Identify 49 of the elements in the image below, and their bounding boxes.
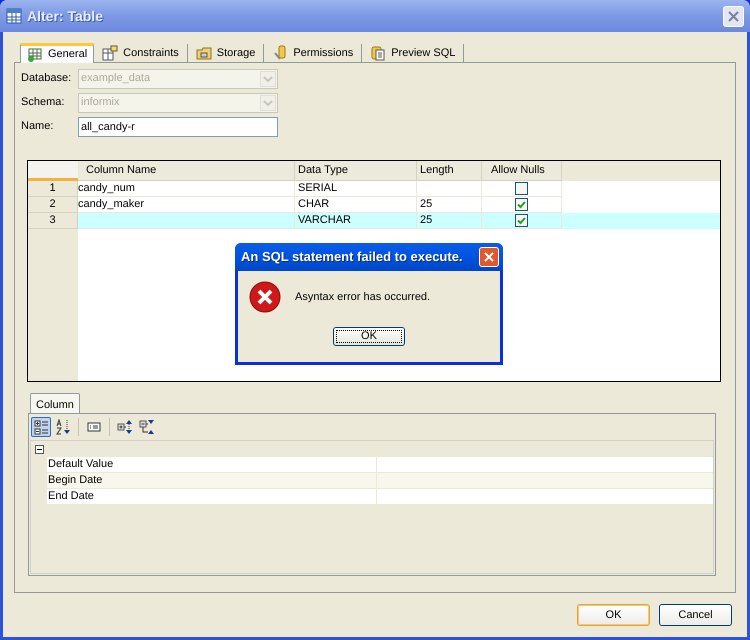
table-icon — [6, 8, 22, 24]
checkbox[interactable] — [515, 198, 528, 211]
toolbar-button[interactable] — [53, 416, 73, 436]
error-icon — [249, 281, 281, 313]
close-icon — [484, 252, 494, 262]
tab[interactable]: General — [20, 43, 94, 63]
categorized-icon — [33, 418, 49, 434]
checkbox[interactable] — [515, 182, 528, 195]
sort-az-icon — [55, 418, 71, 434]
dialog-button[interactable]: OK — [577, 604, 650, 626]
collapse-icon[interactable] — [35, 444, 44, 454]
collapse-all-icon — [139, 418, 155, 434]
field-label: Schema: — [21, 95, 66, 110]
checkbox[interactable] — [515, 214, 528, 227]
property-value-field[interactable] — [377, 473, 713, 488]
folder-icon — [196, 45, 212, 61]
ok-button[interactable]: OK — [333, 327, 405, 346]
column-tab[interactable]: Column — [30, 393, 80, 413]
property-name: Default Value — [47, 457, 377, 472]
table-key-icon — [102, 45, 118, 61]
row-header[interactable]: 1 — [28, 181, 78, 197]
property-value-field[interactable] — [377, 457, 713, 472]
row-header[interactable]: 3 — [28, 213, 78, 229]
column-header[interactable]: Length — [417, 161, 482, 181]
property-value-field[interactable] — [377, 489, 713, 504]
expand-all-icon — [117, 418, 133, 434]
close-icon — [728, 10, 739, 22]
error-message: Asyntax error has occurred. — [295, 290, 430, 305]
field-label: Database: — [21, 71, 72, 86]
dialog-title: An SQL statement failed to execute. — [241, 248, 463, 266]
column-header[interactable]: Allow Nulls — [482, 161, 562, 181]
script-icon — [370, 45, 386, 61]
table-cell: 25 — [417, 213, 482, 229]
property-name: End Date — [47, 489, 377, 504]
field-label: Name: — [21, 119, 54, 134]
window-title: Alter: Table — [27, 6, 103, 26]
grid-row[interactable]: VARCHAR 25 — [78, 213, 720, 229]
close-button[interactable] — [723, 6, 744, 26]
property-name: Begin Date — [47, 473, 377, 488]
close-button[interactable] — [479, 247, 499, 267]
column-header[interactable]: Data Type — [295, 161, 417, 181]
column-header[interactable]: Column Name — [78, 161, 295, 181]
grid-icon — [27, 46, 43, 62]
row-header[interactable]: 2 — [28, 197, 78, 213]
table-cell: VARCHAR — [295, 213, 417, 229]
dialog-button[interactable]: Cancel — [659, 604, 732, 626]
toolbar-button[interactable] — [31, 416, 51, 436]
text-field[interactable]: all_candy-r — [78, 116, 278, 136]
grid-corner-header — [28, 161, 78, 181]
